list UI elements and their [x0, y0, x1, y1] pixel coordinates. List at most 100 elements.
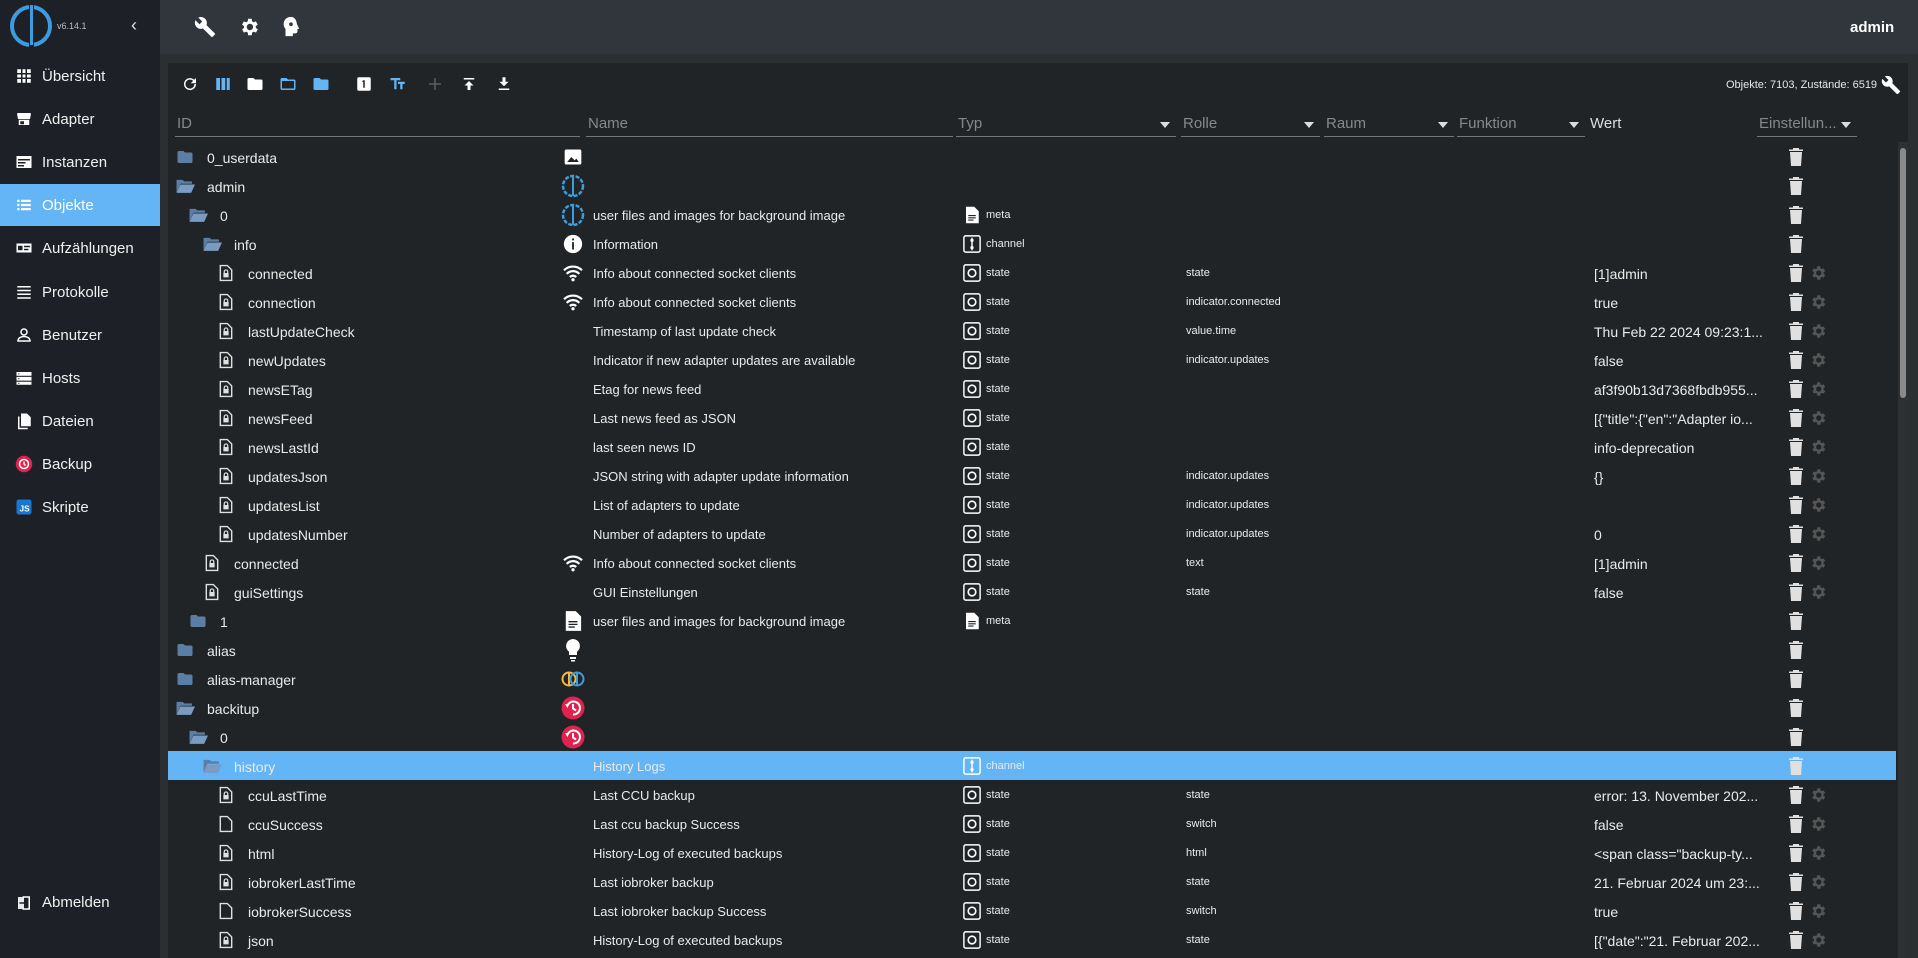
sidebar-item-aufzhlungen[interactable]: Aufzählungen — [0, 227, 160, 269]
object-value[interactable]: false — [1594, 585, 1764, 601]
column-settings-filter[interactable]: Einstellun... — [1757, 113, 1857, 137]
folder-open-icon[interactable] — [202, 234, 222, 254]
object-role[interactable]: value.time — [1186, 325, 1236, 337]
folder-open-icon[interactable] — [175, 698, 195, 718]
folder-icon[interactable] — [175, 147, 195, 167]
object-name[interactable]: Last iobroker backup — [593, 875, 714, 890]
column-type-filter[interactable]: Typ — [956, 113, 1176, 137]
refresh-icon[interactable] — [179, 73, 201, 95]
table-row[interactable]: iobrokerSuccess Last iobroker backup Succ… — [168, 896, 1896, 925]
object-value[interactable]: false — [1594, 353, 1764, 369]
object-name[interactable]: Indicator if new adapter updates are ava… — [593, 353, 855, 368]
object-value[interactable]: 21. Februar 2024 um 23:... — [1594, 875, 1764, 891]
trash-icon[interactable] — [1788, 148, 1804, 166]
user-name[interactable]: admin — [1850, 19, 1894, 36]
sidebar-item-objekte[interactable]: Objekte — [0, 184, 160, 226]
sidebar-item-benutzer[interactable]: Benutzer — [0, 314, 160, 356]
object-name[interactable]: JSON string with adapter update informat… — [593, 469, 849, 484]
object-role[interactable]: indicator.updates — [1186, 470, 1269, 482]
column-function-filter[interactable]: Funktion — [1457, 113, 1585, 137]
object-role[interactable]: indicator.updates — [1186, 528, 1269, 540]
sidebar-item-hosts[interactable]: Hosts — [0, 357, 160, 399]
trash-icon[interactable] — [1788, 844, 1804, 862]
trash-icon[interactable] — [1788, 757, 1804, 775]
trash-icon[interactable] — [1788, 815, 1804, 833]
trash-icon[interactable] — [1788, 177, 1804, 195]
sidebar-item-skripte[interactable]: JS Skripte — [0, 486, 160, 528]
gear-icon[interactable] — [1809, 554, 1827, 572]
table-row[interactable]: 1 user files and images for background im… — [168, 606, 1896, 635]
sidebar-item-protokolle[interactable]: Protokolle — [0, 271, 160, 313]
table-row[interactable]: ccuSuccess Last ccu backup Success state sw… — [168, 809, 1896, 838]
folder-open-icon[interactable] — [202, 756, 222, 776]
object-name[interactable]: Last CCU backup — [593, 788, 695, 803]
scroll-thumb[interactable] — [1900, 148, 1906, 398]
object-name[interactable]: Info about connected socket clients — [593, 295, 796, 310]
wrench-settings-icon[interactable] — [1880, 74, 1902, 96]
object-value[interactable]: af3f90b13d7368fbdb955... — [1594, 382, 1764, 398]
table-row[interactable]: 0 user files and images for background im… — [168, 200, 1896, 229]
table-row[interactable]: alias — [168, 635, 1896, 664]
table-row[interactable]: admin — [168, 171, 1896, 200]
gear-icon[interactable] — [1809, 322, 1827, 340]
logout-button[interactable]: Abmelden — [0, 882, 160, 924]
object-name[interactable]: Last ccu backup Success — [593, 817, 740, 832]
object-role[interactable]: indicator.updates — [1186, 499, 1269, 511]
object-role[interactable]: switch — [1186, 905, 1217, 917]
table-row[interactable]: backitup — [168, 693, 1896, 722]
object-role[interactable]: text — [1186, 557, 1204, 569]
object-value[interactable]: info-deprecation — [1594, 440, 1764, 456]
object-name[interactable]: Etag for news feed — [593, 382, 701, 397]
trash-icon[interactable] — [1788, 467, 1804, 485]
object-name[interactable]: Last iobroker backup Success — [593, 904, 766, 919]
table-row[interactable]: html History-Log of executed backups state… — [168, 838, 1896, 867]
object-name[interactable]: History Logs — [593, 759, 665, 774]
trash-icon[interactable] — [1788, 873, 1804, 891]
trash-icon[interactable] — [1788, 351, 1804, 369]
table-row[interactable]: connected Info about connected socket cli… — [168, 548, 1896, 577]
object-name[interactable]: user files and images for background ima… — [593, 614, 845, 629]
table-row[interactable]: connection Info about connected socket cl… — [168, 287, 1896, 316]
object-value[interactable]: error: 13. November 202... — [1594, 788, 1764, 804]
object-role[interactable]: state — [1186, 876, 1210, 888]
gear-icon[interactable] — [1809, 467, 1827, 485]
folder-icon[interactable] — [175, 669, 195, 689]
trash-icon[interactable] — [1788, 293, 1804, 311]
object-name[interactable]: Last news feed as JSON — [593, 411, 736, 426]
trash-icon[interactable] — [1788, 409, 1804, 427]
scrollbar[interactable] — [1898, 142, 1908, 958]
gear-icon[interactable] — [1809, 902, 1827, 920]
trash-icon[interactable] — [1788, 670, 1804, 688]
column-id-filter[interactable]: ID — [175, 113, 580, 137]
object-role[interactable]: state — [1186, 789, 1210, 801]
expert-mode-icon[interactable] — [278, 14, 304, 40]
object-value[interactable]: true — [1594, 295, 1764, 311]
object-name[interactable]: Timestamp of last update check — [593, 324, 776, 339]
object-name[interactable]: user files and images for background ima… — [593, 208, 845, 223]
wrench-icon[interactable] — [192, 14, 218, 40]
table-row[interactable]: newsFeed Last news feed as JSON state [{"ti… — [168, 403, 1896, 432]
trash-icon[interactable] — [1788, 583, 1804, 601]
folder-icon[interactable] — [175, 640, 195, 660]
object-value[interactable]: 0 — [1594, 527, 1764, 543]
gear-icon[interactable] — [1809, 815, 1827, 833]
column-room-filter[interactable]: Raum — [1324, 113, 1454, 137]
folder-open-icon[interactable] — [188, 727, 208, 747]
column-name-filter[interactable]: Name — [586, 113, 953, 137]
gear-icon[interactable] — [236, 14, 262, 40]
trash-icon[interactable] — [1788, 235, 1804, 253]
object-role[interactable]: state — [1186, 934, 1210, 946]
gear-icon[interactable] — [1809, 873, 1827, 891]
gear-icon[interactable] — [1809, 264, 1827, 282]
folder-collapse-icon[interactable] — [310, 73, 332, 95]
table-row[interactable]: json History-Log of executed backups state… — [168, 925, 1896, 954]
sidebar-item-adapter[interactable]: Adapter — [0, 98, 160, 140]
folder-open-icon[interactable] — [277, 73, 299, 95]
table-row[interactable]: guiSettings GUI Einstellungen state state fa… — [168, 577, 1896, 606]
object-name[interactable]: Number of adapters to update — [593, 527, 766, 542]
trash-icon[interactable] — [1788, 438, 1804, 456]
gear-icon[interactable] — [1809, 380, 1827, 398]
trash-icon[interactable] — [1788, 496, 1804, 514]
table-row[interactable]: lastUpdateCheck Timestamp of last update … — [168, 316, 1896, 345]
object-value[interactable]: [1]admin — [1594, 556, 1764, 572]
